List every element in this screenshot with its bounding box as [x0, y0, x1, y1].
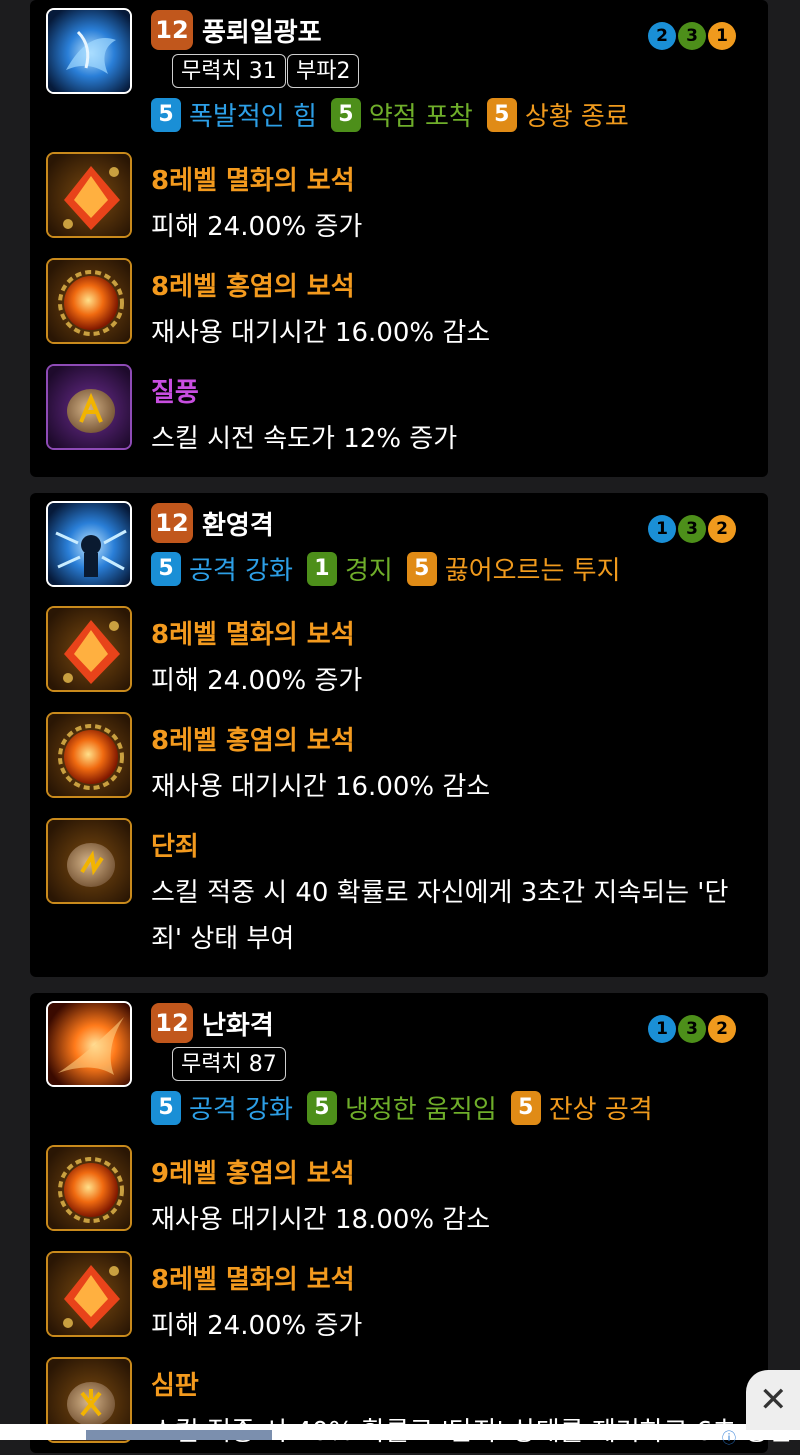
item-title: 심판: [151, 1371, 199, 1401]
tripod-name: 폭발적인 힘: [189, 102, 317, 132]
tripod-level: 5: [486, 97, 517, 132]
item-desc: 피해 24.00% 증가: [151, 666, 363, 696]
counter-blue: 2: [648, 22, 676, 50]
tripod: 5 냉정한 움직임: [306, 1089, 497, 1126]
gem-item: 8레벨 홍염의 보석 재사용 대기시간 16.00% 감소: [46, 258, 752, 348]
tripod-name: 잔상 공격: [548, 1095, 653, 1125]
skill-name: 풍뢰일광포: [202, 18, 322, 48]
skill-card: 12 환영격 1 3 2 5 공격 강화 1 경지 5 끓어오르는 투지 8레벨 멸화…: [30, 493, 768, 977]
tripod: 5 잔상 공격: [510, 1089, 653, 1126]
tripod: 5 공격 강화: [151, 550, 293, 587]
skill-level-badge: 12: [151, 503, 193, 543]
item-desc: 스킬 적중 시 40 확률로 자신에게 3초간 지속되는 '단죄' 상태 부여: [151, 878, 729, 954]
tripod: 5 상황 종료: [486, 96, 629, 133]
tripod-name: 약점 포착: [368, 102, 473, 132]
gem-item: 9레벨 홍염의 보석 재사용 대기시간 18.00% 감소: [46, 1145, 752, 1235]
skill-header: 12 풍뢰일광포 무력치 31 부파2 2 3 1 5 폭발적인 힘 5 약점 포착…: [46, 0, 752, 140]
tripod-level: 5: [151, 1090, 181, 1125]
tripod-name: 상황 종료: [524, 102, 629, 132]
tripod-level: 5: [306, 1090, 337, 1125]
gem-annihilation-icon[interactable]: [46, 152, 132, 238]
tripod-name: 경지: [344, 556, 393, 586]
gem-crimson-flame-icon[interactable]: [46, 1145, 132, 1231]
gem-crimson-flame-icon[interactable]: [46, 258, 132, 344]
gem-annihilation-icon[interactable]: [46, 1251, 132, 1337]
item-title: 8레벨 홍염의 보석: [151, 272, 355, 302]
gem-item: 8레벨 홍염의 보석 재사용 대기시간 16.00% 감소: [46, 712, 752, 802]
tripod-list: 5 공격 강화 1 경지 5 끓어오르는 투지: [151, 550, 621, 587]
counter-orange: 1: [708, 22, 736, 50]
item-title: 8레벨 멸화의 보석: [151, 620, 355, 650]
tripod-counters: 1 3 2: [648, 1015, 736, 1043]
gem-crimson-flame-icon[interactable]: [46, 712, 132, 798]
item-title: 8레벨 멸화의 보석: [151, 1265, 355, 1295]
tripod: 5 폭발적인 힘: [151, 96, 317, 133]
tripod-level: 5: [330, 97, 361, 132]
item-desc: 재사용 대기시간 16.00% 감소: [151, 772, 491, 802]
skill-tag: 무력치 31: [172, 54, 286, 88]
counter-green: 3: [678, 1015, 706, 1043]
rune-gale-icon[interactable]: [46, 364, 132, 450]
close-icon: ✕: [759, 1380, 788, 1420]
tripod-counters: 1 3 2: [648, 515, 736, 543]
tripod-name: 끓어오르는 투지: [444, 556, 621, 586]
tripod-level: 5: [151, 97, 181, 132]
gem-item: 8레벨 멸화의 보석 피해 24.00% 증가: [46, 1251, 752, 1341]
skill-icon[interactable]: [46, 501, 132, 587]
item-desc: 피해 24.00% 증가: [151, 1311, 363, 1341]
tripod: 5 끓어오르는 투지: [406, 550, 621, 587]
tripod-level: 5: [151, 551, 181, 586]
item-desc: 스킬 시전 속도가 12% 증가: [151, 424, 458, 454]
skill-name: 환영격: [202, 511, 274, 541]
tripod: 1 경지: [306, 550, 393, 587]
skill-level-badge: 12: [151, 1003, 193, 1043]
counter-orange: 2: [708, 1015, 736, 1043]
skill-card: 12 난화격 무력치 87 1 3 2 5 공격 강화 5 냉정한 움직임 5 잔상 …: [30, 993, 792, 1453]
tripod-name: 공격 강화: [189, 1095, 293, 1125]
ad-image[interactable]: [86, 1430, 272, 1440]
skill-icon[interactable]: [46, 8, 132, 94]
tripod-name: 냉정한 움직임: [344, 1095, 497, 1125]
tripod: 5 약점 포착: [330, 96, 473, 133]
gem-annihilation-icon[interactable]: [46, 606, 132, 692]
counter-blue: 1: [648, 515, 676, 543]
rune-judgment-icon[interactable]: [46, 818, 132, 904]
tripod-level: 1: [306, 551, 337, 586]
counter-blue: 1: [648, 1015, 676, 1043]
counter-green: 3: [678, 515, 706, 543]
item-title: 질풍: [151, 378, 199, 408]
item-desc: 재사용 대기시간 18.00% 감소: [151, 1205, 491, 1235]
skill-name: 난화격: [202, 1011, 274, 1041]
gem-item: 8레벨 멸화의 보석 피해 24.00% 증가: [46, 606, 752, 696]
tripod-list: 5 폭발적인 힘 5 약점 포착 5 상황 종료: [151, 96, 629, 133]
skill-tag: 무력치 87: [172, 1047, 286, 1081]
rune-item: 단죄 스킬 적중 시 40 확률로 자신에게 3초간 지속되는 '단죄' 상태 …: [46, 818, 752, 958]
skill-level-badge: 12: [151, 10, 193, 50]
item-title: 8레벨 멸화의 보석: [151, 166, 355, 196]
ad-close-button[interactable]: ✕: [746, 1370, 800, 1430]
tripod-counters: 2 3 1: [648, 22, 736, 50]
skill-header: 12 난화격 무력치 87 1 3 2 5 공격 강화 5 냉정한 움직임 5 잔상 …: [46, 993, 752, 1133]
item-title: 9레벨 홍염의 보석: [151, 1159, 355, 1189]
skill-tag: 부파2: [287, 54, 360, 88]
item-desc: 피해 24.00% 증가: [151, 212, 363, 242]
skill-card: 12 풍뢰일광포 무력치 31 부파2 2 3 1 5 폭발적인 힘 5 약점 포착…: [30, 0, 768, 477]
item-desc: 재사용 대기시간 16.00% 감소: [151, 318, 491, 348]
skill-icon[interactable]: [46, 1001, 132, 1087]
tripod-list: 5 공격 강화 5 냉정한 움직임 5 잔상 공격: [151, 1089, 653, 1126]
tripod: 5 공격 강화: [151, 1089, 293, 1126]
item-title: 단죄: [151, 832, 199, 862]
item-title: 8레벨 홍염의 보석: [151, 726, 355, 756]
tripod-level: 5: [510, 1090, 541, 1125]
counter-orange: 2: [708, 515, 736, 543]
counter-green: 3: [678, 22, 706, 50]
gem-item: 8레벨 멸화의 보석 피해 24.00% 증가: [46, 152, 752, 242]
tripod-level: 5: [406, 551, 437, 586]
tripod-name: 공격 강화: [189, 556, 293, 586]
rune-item: 질풍 스킬 시전 속도가 12% 증가: [46, 364, 752, 454]
ad-info-icon[interactable]: ⓘ: [722, 1428, 736, 1448]
